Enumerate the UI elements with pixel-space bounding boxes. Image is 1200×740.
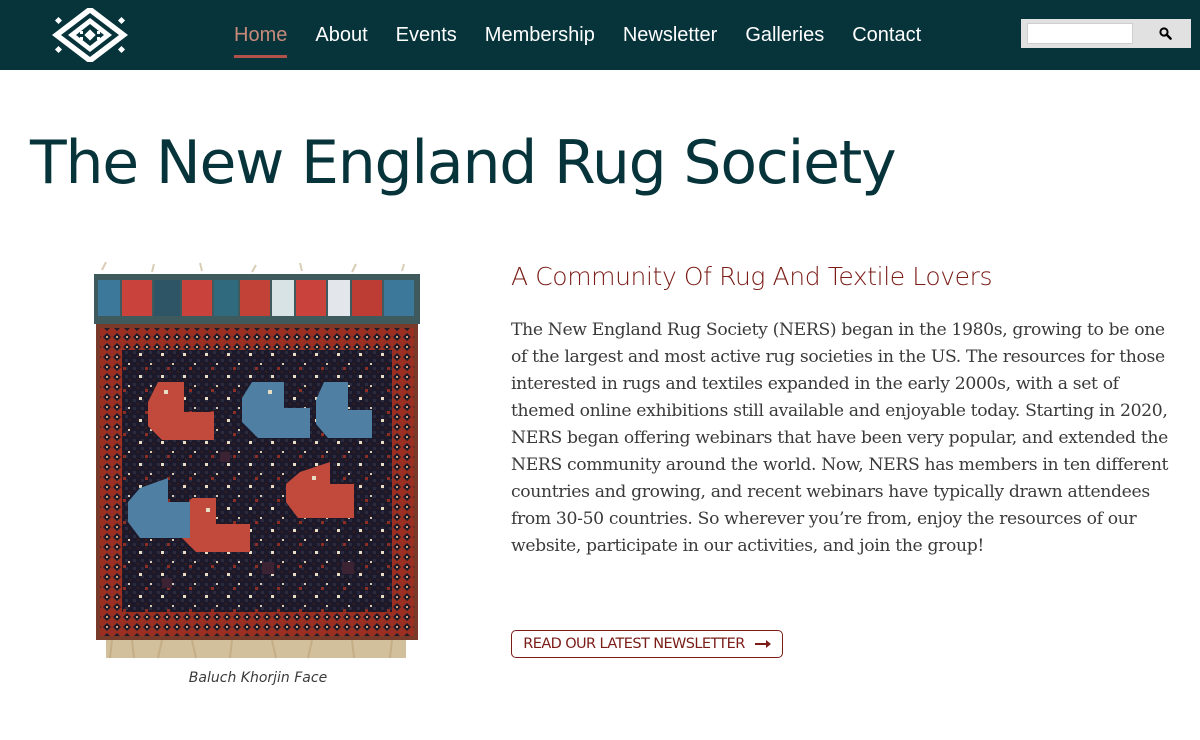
search-box	[1021, 19, 1191, 48]
top-navigation-bar: Home About Events Membership Newsletter …	[0, 0, 1200, 70]
nav-item-about[interactable]: About	[315, 24, 367, 46]
intro-paragraph: The New England Rug Society (NERS) began…	[511, 320, 1169, 556]
nav-item-galleries[interactable]: Galleries	[745, 24, 824, 46]
search-input[interactable]	[1027, 23, 1133, 44]
read-newsletter-label: READ OUR LATEST NEWSLETTER	[523, 636, 745, 652]
image-caption: Baluch Khorjin Face	[188, 670, 328, 686]
search-button[interactable]	[1143, 22, 1187, 45]
rug-image	[94, 262, 420, 659]
arrow-right-icon	[754, 640, 771, 648]
nav-item-events[interactable]: Events	[396, 24, 457, 46]
read-newsletter-button[interactable]: READ OUR LATEST NEWSLETTER	[511, 630, 783, 658]
page-title: The New England Rug Society	[30, 128, 897, 198]
section-heading: A Community Of Rug And Textile Lovers	[511, 262, 993, 291]
site-logo-icon[interactable]	[50, 4, 130, 66]
search-icon	[1158, 27, 1172, 40]
nav-item-newsletter[interactable]: Newsletter	[623, 24, 717, 46]
nav-item-contact[interactable]: Contact	[852, 24, 921, 46]
nav-item-membership[interactable]: Membership	[485, 24, 595, 46]
nav-item-home[interactable]: Home	[234, 24, 288, 58]
main-nav: Home About Events Membership Newsletter …	[220, 0, 935, 70]
